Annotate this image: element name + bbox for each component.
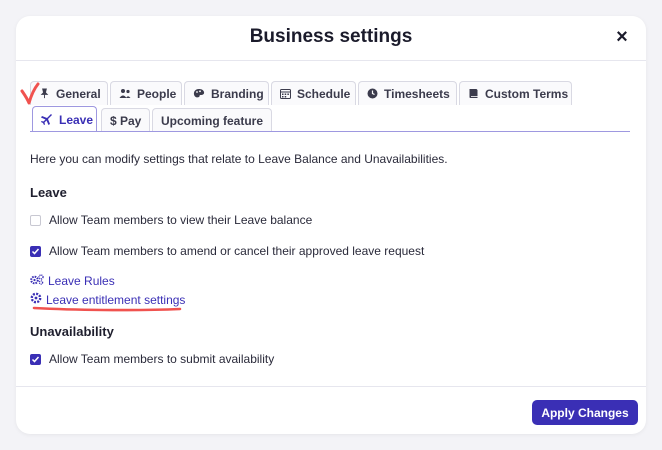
people-icon — [119, 88, 131, 100]
tab-timesheets[interactable]: Timesheets — [358, 81, 457, 105]
tab-general[interactable]: General — [30, 81, 108, 105]
description-text: Here you can modify settings that relate… — [30, 152, 448, 166]
tabs-divider — [30, 131, 630, 132]
tab-pay[interactable]: $ Pay — [101, 108, 150, 132]
leave-rules-label: Leave Rules — [48, 274, 115, 288]
tab-custom-terms-label: Custom Terms — [485, 86, 569, 101]
submit-availability-checkbox[interactable] — [30, 353, 41, 365]
tab-upcoming-feature-label: Upcoming feature — [161, 113, 264, 128]
tab-people[interactable]: People — [110, 81, 182, 105]
amend-cancel-checkbox[interactable] — [30, 245, 41, 257]
tab-branding[interactable]: Branding — [184, 81, 269, 105]
apply-changes-button[interactable]: Apply Changes — [532, 400, 638, 425]
book-icon — [468, 88, 479, 100]
tab-upcoming-feature[interactable]: Upcoming feature — [152, 108, 272, 132]
tab-timesheets-label: Timesheets — [384, 86, 450, 101]
close-button[interactable]: × — [612, 27, 632, 47]
clock-icon — [367, 88, 378, 100]
view-balance-checkbox[interactable] — [30, 214, 41, 226]
amend-cancel-label: Allow Team members to amend or cancel th… — [49, 244, 425, 258]
leave-option-amend-cancel: Allow Team members to amend or cancel th… — [30, 244, 424, 258]
leave-rules-link[interactable]: Leave Rules — [30, 274, 115, 288]
leave-section-title: Leave — [30, 185, 67, 200]
leave-option-view-balance: Allow Team members to view their Leave b… — [30, 213, 312, 227]
pin-icon — [39, 88, 50, 100]
annotation-underline — [32, 306, 182, 312]
settings-modal: Business settings × General People Brand… — [16, 16, 646, 434]
unavailability-section-title: Unavailability — [30, 324, 114, 339]
tab-branding-label: Branding — [211, 86, 264, 101]
checkmark-icon — [31, 248, 40, 255]
plane-icon — [41, 113, 53, 126]
tab-people-label: People — [137, 86, 177, 101]
unavailability-option-submit: Allow Team members to submit availabilit… — [30, 352, 274, 366]
tab-leave[interactable]: Leave — [32, 106, 97, 132]
tab-leave-label: Leave — [59, 112, 94, 127]
calendar-icon — [280, 88, 291, 100]
annotation-checkmark — [20, 82, 40, 105]
tab-custom-terms[interactable]: Custom Terms — [459, 81, 572, 105]
checkmark-icon — [31, 356, 40, 363]
submit-availability-label: Allow Team members to submit availabilit… — [49, 352, 275, 366]
modal-header: Business settings × — [16, 16, 646, 61]
modal-title: Business settings — [249, 26, 413, 47]
palette-icon — [193, 88, 205, 100]
view-balance-label: Allow Team members to view their Leave b… — [49, 213, 313, 227]
tab-schedule-label: Schedule — [297, 86, 351, 101]
tab-general-label: General — [56, 86, 101, 101]
tab-schedule[interactable]: Schedule — [271, 81, 356, 105]
gears-icon — [30, 274, 44, 288]
footer-divider — [16, 386, 646, 387]
tab-pay-label: $ Pay — [110, 113, 142, 128]
